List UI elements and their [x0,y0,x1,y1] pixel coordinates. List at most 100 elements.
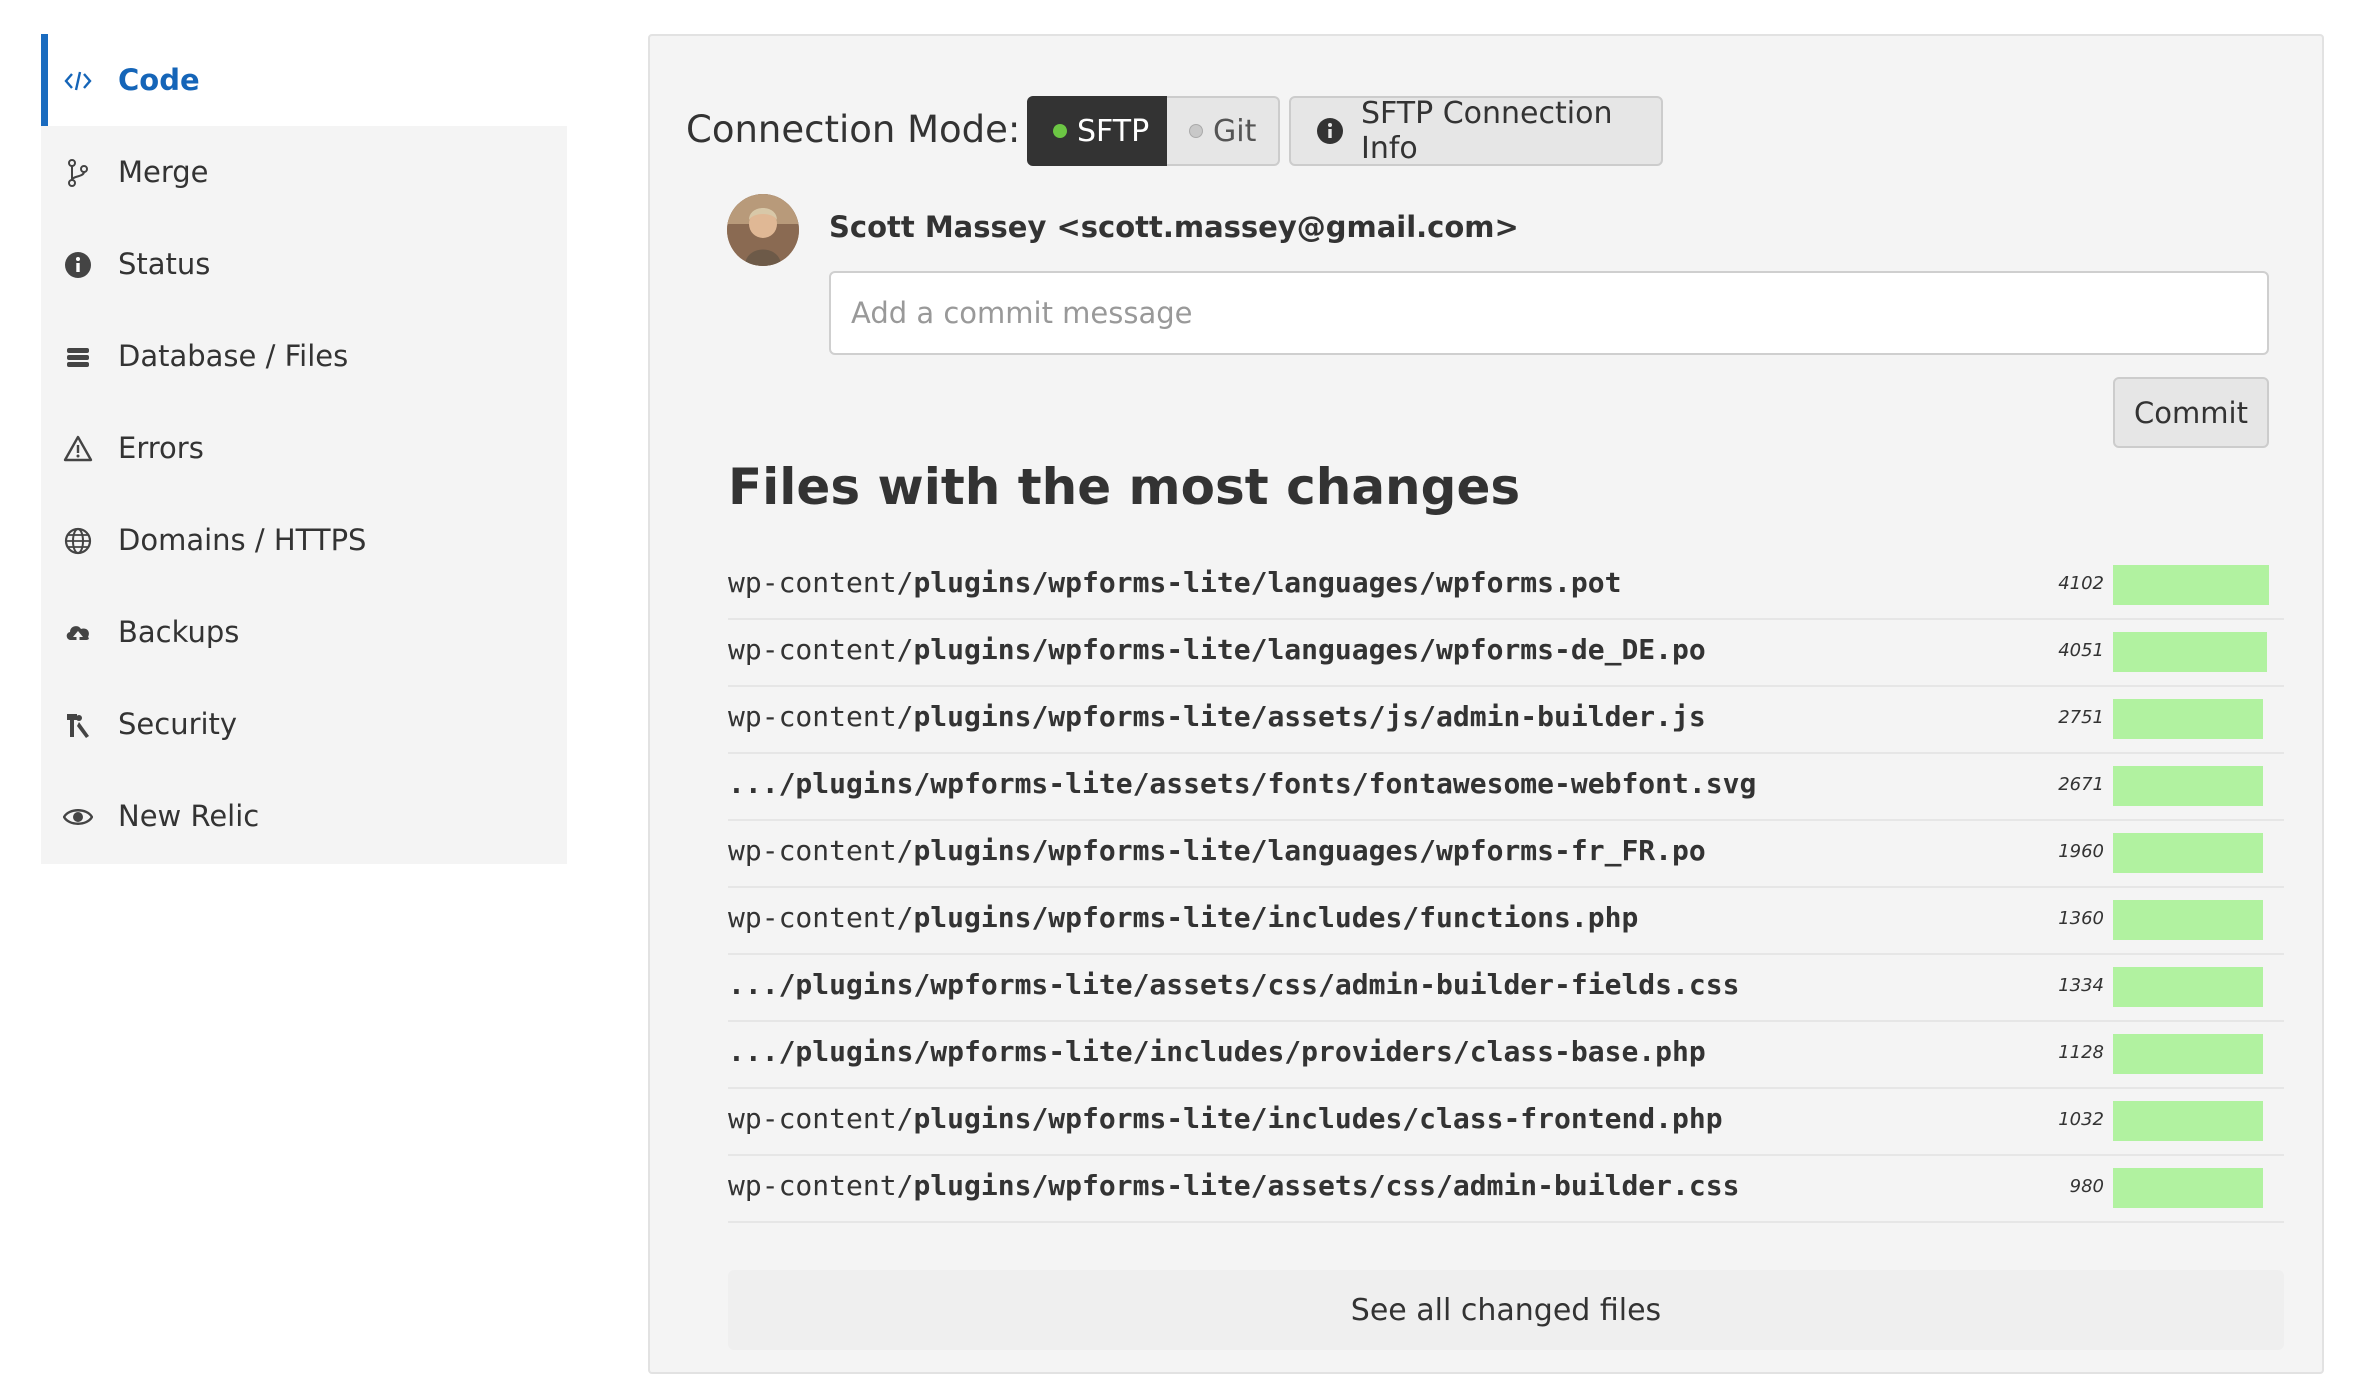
change-bar [2113,1101,2269,1141]
sidebar-item-label: Status [118,247,211,281]
change-count: 2671 [2058,774,2104,795]
warning-icon [63,434,93,464]
change-count: 980 [2069,1176,2104,1197]
file-row[interactable]: wp-content/plugins/wpforms-lite/includes… [728,1089,2284,1156]
sidebar-item-security[interactable]: Security [41,678,567,770]
info-icon [63,250,93,280]
file-path-rest: .../plugins/wpforms-lite/includes/provid… [728,1035,1706,1068]
file-row[interactable]: wp-content/plugins/wpforms-lite/assets/c… [728,1156,2284,1223]
change-bar-fill [2113,766,2263,806]
change-bar [2113,632,2269,672]
eye-icon [63,802,93,832]
change-bar [2113,967,2269,1007]
connection-mode-label: Connection Mode: [686,108,1021,151]
change-count: 1960 [2058,841,2104,862]
sidebar-item-errors[interactable]: Errors [41,402,567,494]
avatar [727,194,799,266]
change-bar [2113,699,2269,739]
sidebar-item-domains-https[interactable]: Domains / HTTPS [41,494,567,586]
file-row[interactable]: .../plugins/wpforms-lite/assets/fonts/fo… [728,754,2284,821]
sidebar-item-label: Database / Files [118,339,349,373]
sidebar-item-code[interactable]: Code [41,34,567,126]
file-row[interactable]: wp-content/plugins/wpforms-lite/language… [728,553,2284,620]
change-count: 2751 [2058,707,2104,728]
sidebar-item-label: Merge [118,155,209,189]
commit-button[interactable]: Commit [2113,377,2269,448]
file-path-rest: plugins/wpforms-lite/languages/wpforms.p… [913,566,1622,599]
file-row[interactable]: wp-content/plugins/wpforms-lite/assets/j… [728,687,2284,754]
change-bar [2113,1034,2269,1074]
file-path-rest: plugins/wpforms-lite/includes/functions.… [913,901,1639,934]
file-row[interactable]: wp-content/plugins/wpforms-lite/includes… [728,888,2284,955]
file-row[interactable]: wp-content/plugins/wpforms-lite/language… [728,620,2284,687]
sidebar-item-label: New Relic [118,799,260,833]
sidebar-item-label: Backups [118,615,240,649]
change-count: 1360 [2058,908,2104,929]
file-path-rest: plugins/wpforms-lite/assets/css/admin-bu… [913,1169,1740,1202]
sidebar-item-new-relic[interactable]: New Relic [41,770,567,862]
code-icon [63,66,93,96]
git-mode-button[interactable]: Git [1167,96,1280,166]
sftp-status-dot [1053,124,1067,138]
file-path: wp-content/plugins/wpforms-lite/assets/j… [728,700,1706,733]
change-bar-fill [2113,1101,2263,1141]
change-count: 1334 [2058,975,2104,996]
change-bar [2113,766,2269,806]
info-icon [1315,116,1345,146]
changed-files-list: wp-content/plugins/wpforms-lite/language… [728,553,2284,1223]
security-icon [63,710,93,740]
file-path-prefix: wp-content/ [728,700,914,733]
file-row[interactable]: wp-content/plugins/wpforms-lite/language… [728,821,2284,888]
file-path-rest: plugins/wpforms-lite/languages/wpforms-f… [913,834,1706,867]
change-bar-fill [2113,699,2263,739]
file-path-prefix: wp-content/ [728,1169,914,1202]
change-bar-fill [2113,1168,2263,1208]
file-path-rest: .../plugins/wpforms-lite/assets/css/admi… [728,968,1740,1001]
sidebar-item-status[interactable]: Status [41,218,567,310]
change-bar-fill [2113,967,2263,1007]
file-path: wp-content/plugins/wpforms-lite/language… [728,633,1706,666]
change-bar [2113,900,2269,940]
sidebar-nav: Code Merge Status Database / Files Error… [41,34,567,864]
change-count: 1128 [2058,1042,2104,1063]
change-bar-fill [2113,565,2269,605]
sidebar-item-database-files[interactable]: Database / Files [41,310,567,402]
file-row[interactable]: .../plugins/wpforms-lite/assets/css/admi… [728,955,2284,1022]
sftp-mode-label: SFTP [1077,113,1150,149]
see-all-changed-files-button[interactable]: See all changed files [728,1270,2284,1350]
change-bar-fill [2113,900,2263,940]
file-path: wp-content/plugins/wpforms-lite/language… [728,834,1706,867]
change-bar [2113,1168,2269,1208]
file-path-rest: plugins/wpforms-lite/languages/wpforms-d… [913,633,1706,666]
change-bar-fill [2113,632,2267,672]
file-path: wp-content/plugins/wpforms-lite/assets/c… [728,1169,1739,1202]
file-path: .../plugins/wpforms-lite/includes/provid… [728,1035,1706,1068]
sidebar-item-backups[interactable]: Backups [41,586,567,678]
file-path: .../plugins/wpforms-lite/assets/fonts/fo… [728,767,1756,800]
change-count: 4102 [2058,573,2104,594]
file-path-prefix: wp-content/ [728,1102,914,1135]
git-status-dot [1189,124,1203,138]
change-bar [2113,833,2269,873]
file-path-rest: plugins/wpforms-lite/includes/class-fron… [913,1102,1723,1135]
file-row[interactable]: .../plugins/wpforms-lite/includes/provid… [728,1022,2284,1089]
commit-message-input[interactable] [829,271,2269,355]
merge-icon [63,158,93,188]
file-path-rest: plugins/wpforms-lite/assets/js/admin-bui… [913,700,1706,733]
globe-icon [63,526,93,556]
sftp-mode-button[interactable]: SFTP [1027,96,1167,166]
database-icon [63,342,93,372]
sftp-connection-info-label: SFTP Connection Info [1361,96,1613,166]
file-path-prefix: wp-content/ [728,901,914,934]
commit-author: Scott Massey <scott.massey@gmail.com> [829,210,1519,244]
file-path-prefix: wp-content/ [728,633,914,666]
change-bar [2113,565,2269,605]
sidebar-item-label: Code [118,63,200,97]
file-path: wp-content/plugins/wpforms-lite/includes… [728,1102,1723,1135]
change-count: 1032 [2058,1109,2104,1130]
sftp-connection-info-button[interactable]: SFTP Connection Info [1289,96,1663,166]
cloud-upload-icon [63,618,93,648]
sidebar-item-label: Errors [118,431,204,465]
file-path-prefix: wp-content/ [728,834,914,867]
sidebar-item-merge[interactable]: Merge [41,126,567,218]
